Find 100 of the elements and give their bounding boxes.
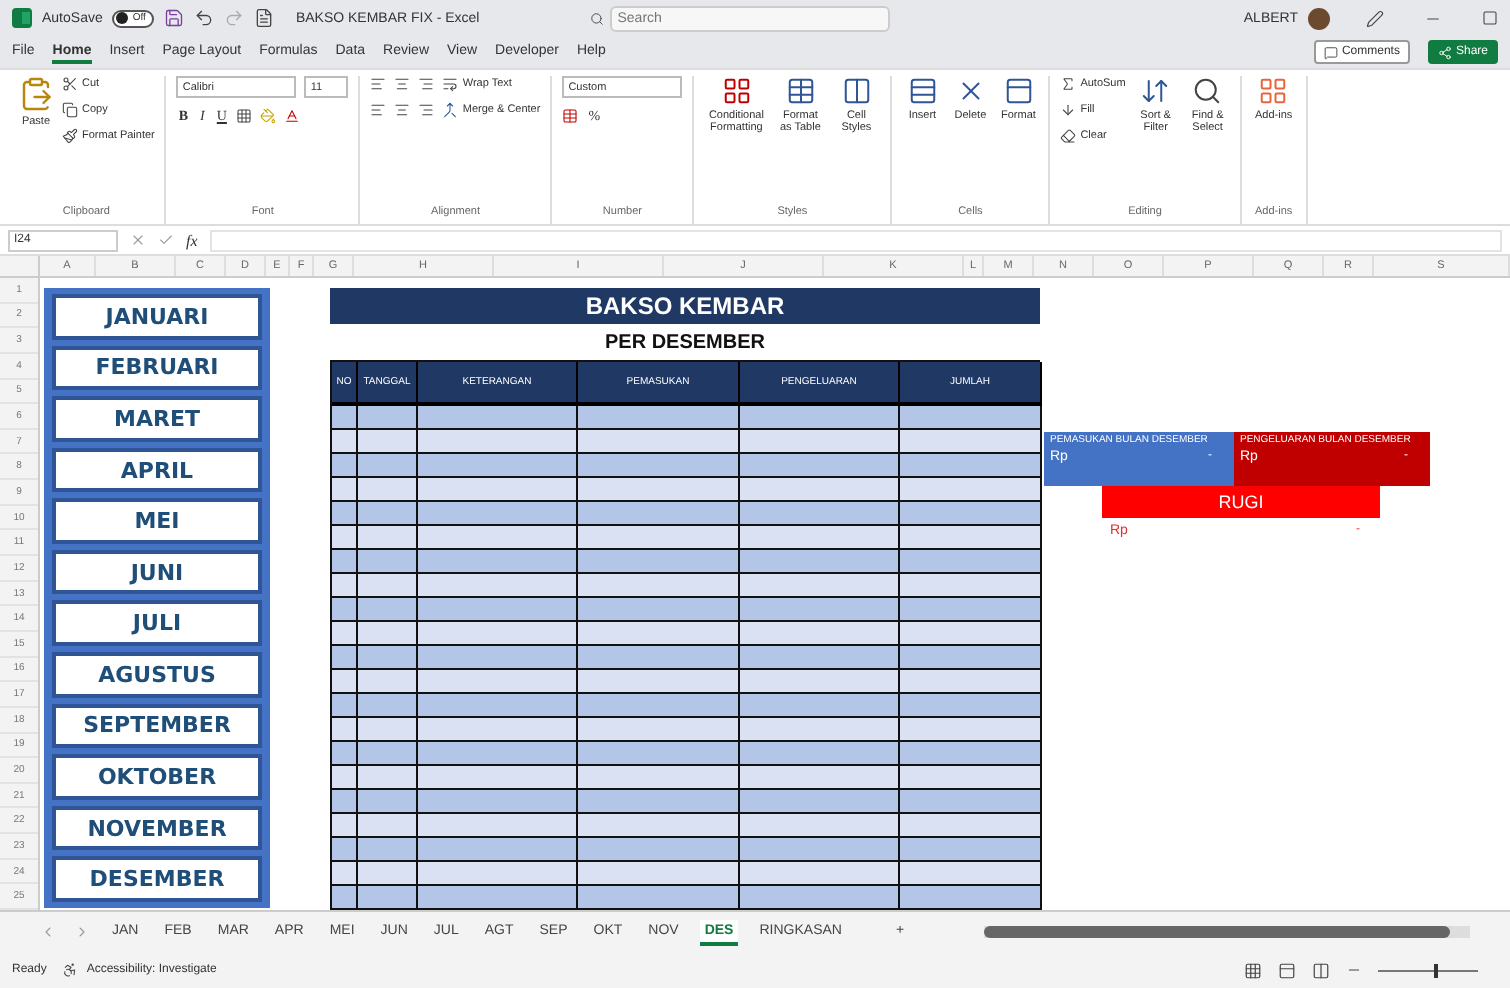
table-cell (900, 814, 1042, 838)
table-cell (900, 526, 1042, 550)
scissors-icon[interactable] (62, 76, 78, 92)
table-title: BAKSO KEMBAR (330, 288, 1040, 324)
table-cell (900, 454, 1042, 478)
page-break-icon[interactable] (1312, 961, 1330, 979)
pen-icon[interactable] (1366, 9, 1384, 27)
search-icon[interactable] (1192, 76, 1223, 106)
table-cell (358, 886, 418, 910)
month-button[interactable]: JULI (52, 600, 262, 647)
merge-icon[interactable] (442, 102, 459, 118)
function-label[interactable]: fx (186, 231, 198, 249)
table-cell (358, 862, 418, 886)
table-cell (358, 718, 418, 742)
normal-view-icon[interactable] (1244, 961, 1262, 979)
table-cell (358, 814, 418, 838)
share-icon[interactable] (1437, 45, 1452, 59)
document-icon[interactable] (253, 8, 274, 28)
wrap-text-icon[interactable] (442, 76, 459, 92)
format-cells-icon[interactable] (1003, 76, 1034, 106)
table-cell (900, 550, 1042, 574)
copy-icon[interactable] (62, 102, 78, 118)
table-icon[interactable] (785, 76, 816, 106)
accessibility-icon[interactable] (62, 962, 79, 978)
table-cell (900, 838, 1042, 862)
save-icon[interactable] (163, 8, 184, 28)
month-button[interactable]: JANUARI (52, 294, 262, 340)
grid-icon[interactable] (721, 76, 752, 106)
user-avatar[interactable] (1308, 7, 1330, 29)
page-layout-icon[interactable] (1278, 961, 1296, 979)
align-top-icon[interactable] (370, 76, 387, 92)
table-cell (358, 790, 418, 814)
table-cell (358, 622, 418, 646)
table-cell (358, 838, 418, 862)
next-sheet-icon[interactable] (74, 924, 90, 940)
align-left-icon[interactable] (370, 102, 387, 118)
month-button[interactable]: MARET (52, 396, 262, 442)
sort-icon[interactable] (1140, 76, 1171, 106)
month-button[interactable]: JUNI (52, 549, 262, 595)
sigma-icon[interactable] (1060, 76, 1077, 92)
table-cell (358, 478, 418, 502)
paintbrush-icon[interactable] (62, 128, 78, 144)
month-button[interactable]: DESEMBER (52, 856, 262, 902)
arrow-down-icon[interactable] (1060, 102, 1077, 118)
restore-icon[interactable] (1482, 10, 1498, 26)
table-cell (358, 550, 418, 574)
table-cell (358, 670, 418, 694)
align-center-icon[interactable] (394, 102, 411, 118)
eraser-icon[interactable] (1060, 128, 1077, 144)
table-cell (900, 598, 1042, 622)
table-cell (358, 454, 418, 478)
table-cell (900, 478, 1042, 502)
cells-icon[interactable] (841, 76, 872, 106)
month-button[interactable]: AGUSTUS (52, 652, 262, 698)
search-icon[interactable] (589, 11, 604, 25)
fill-color-icon[interactable] (260, 108, 277, 124)
align-middle-icon[interactable] (394, 76, 411, 92)
align-bottom-icon[interactable] (418, 76, 435, 92)
table-cell (900, 790, 1042, 814)
table-cell (358, 646, 418, 670)
table-cell (900, 430, 1042, 454)
month-button[interactable]: APRIL (52, 447, 262, 493)
table-cell (358, 766, 418, 790)
add-ins-icon[interactable] (1258, 76, 1289, 106)
table-subtitle: PER DESEMBER (602, 329, 767, 357)
table-cell (900, 406, 1042, 430)
cancel-icon[interactable] (130, 232, 146, 248)
table-cell (900, 862, 1042, 886)
table-cell (900, 574, 1042, 598)
table-cell (358, 526, 418, 550)
align-right-icon[interactable] (418, 102, 435, 118)
previous-sheet-icon[interactable] (40, 924, 56, 940)
table-cell (900, 886, 1042, 910)
table-cell (900, 766, 1042, 790)
month-button[interactable]: FEBRUARI (52, 345, 262, 391)
table-cell (900, 694, 1042, 718)
table-cell (900, 670, 1042, 694)
insert-rows-icon[interactable] (907, 76, 938, 106)
font-color-icon[interactable] (284, 108, 301, 124)
table-cell (358, 598, 418, 622)
month-button[interactable]: SEPTEMBER (52, 703, 262, 749)
comment-icon[interactable] (1323, 45, 1338, 59)
table-cell (358, 574, 418, 598)
formula-input[interactable] (209, 229, 1502, 251)
result-bar: RUGI (1102, 486, 1380, 518)
table-cell (358, 406, 418, 430)
month-button[interactable]: NOVEMBER (52, 805, 262, 851)
borders-icon[interactable] (236, 108, 253, 124)
table-cell (900, 502, 1042, 526)
month-button[interactable]: MEI (52, 498, 262, 544)
table-cell (358, 742, 418, 766)
table-cell (358, 430, 418, 454)
table-cell (900, 718, 1042, 742)
table-cell (358, 502, 418, 526)
table-cell (900, 622, 1042, 646)
month-button[interactable]: OKTOBER (52, 754, 262, 800)
excel-logo-icon (12, 8, 32, 28)
horizontal-scrollbar[interactable] (984, 926, 1470, 938)
table-cell (900, 646, 1042, 670)
undo-icon[interactable] (193, 8, 214, 28)
